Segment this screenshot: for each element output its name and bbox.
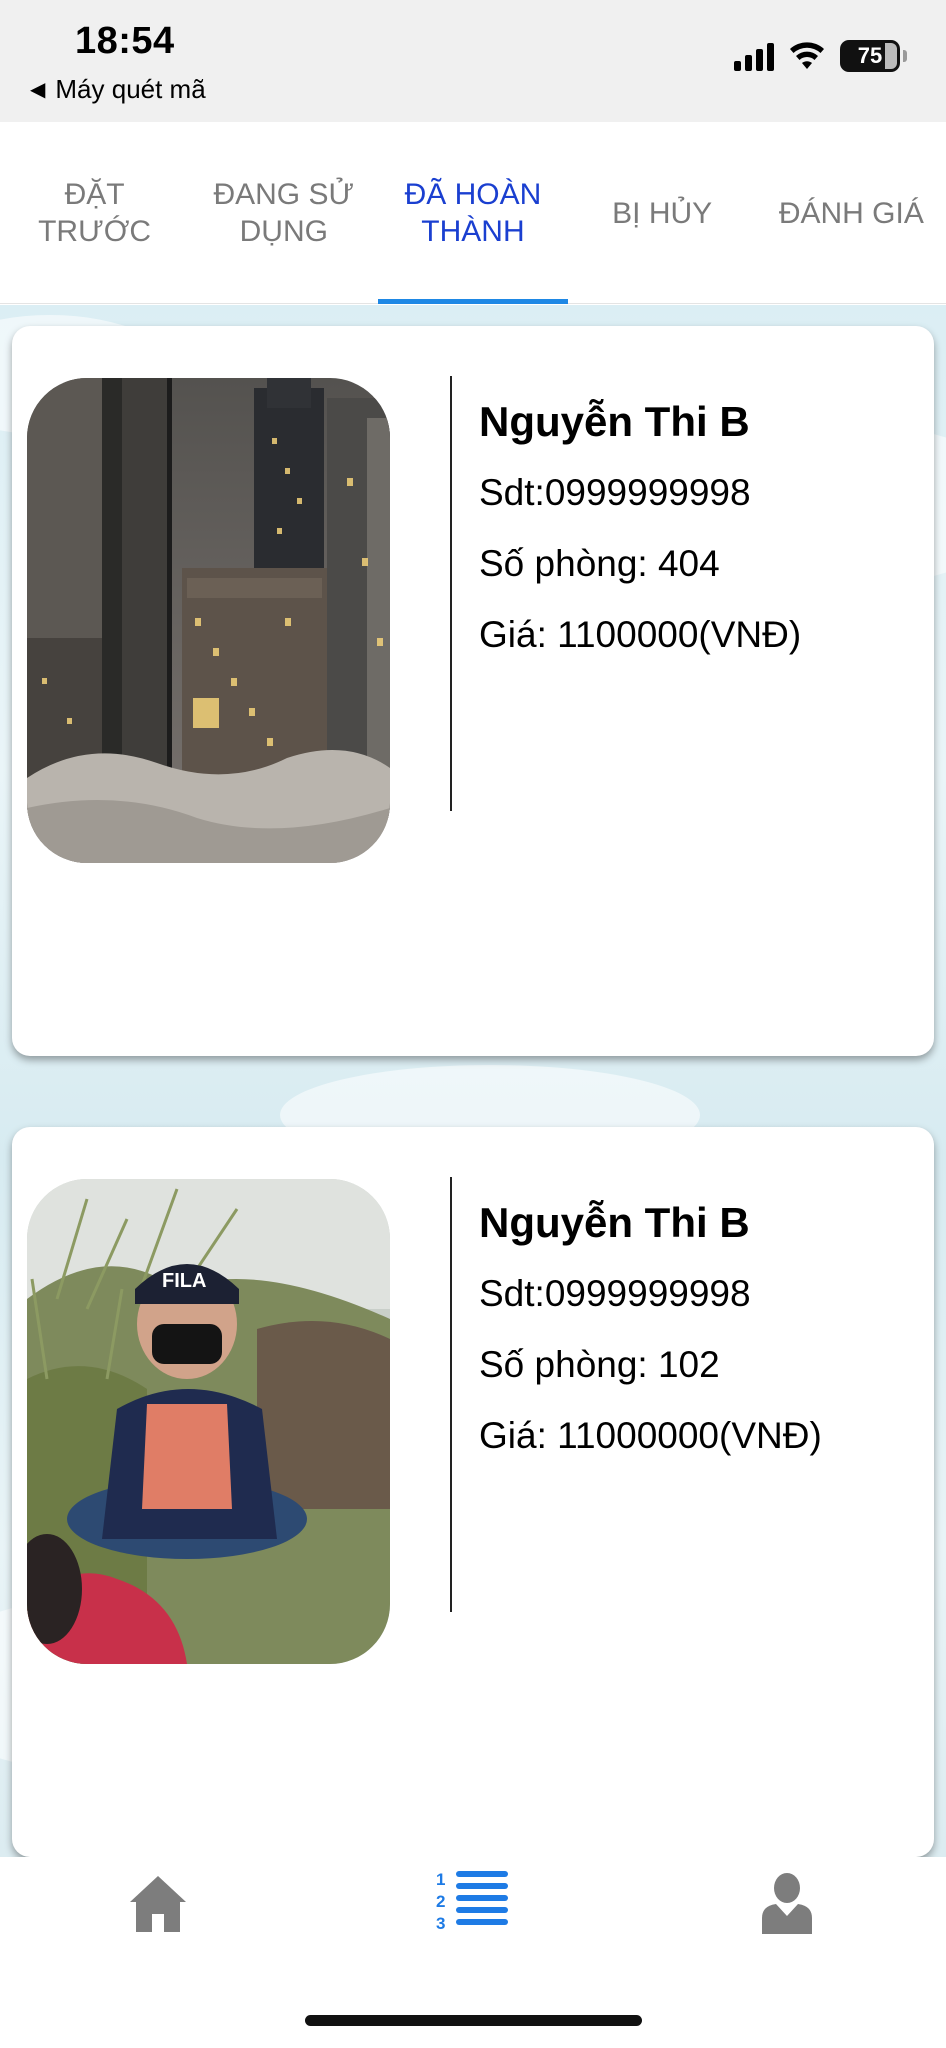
svg-text:3: 3 [436,1914,445,1933]
home-icon [130,1876,186,1932]
tab-danh-gia[interactable]: ĐÁNH GIÁ [757,122,946,304]
nav-home[interactable] [128,1872,188,1939]
booking-status-tabs: ĐẶT TRƯỚC ĐANG SỬ DỤNG ĐÃ HOÀN THÀNH BỊ … [0,122,946,304]
guest-phone: Sdt:0999999998 [479,472,751,513]
booking-card[interactable]: Nguyễn Thi B Sdt:0999999998 Số phòng: 40… [12,326,934,1056]
status-bar: 18:54 ◀ Máy quét mã 75 [0,0,946,122]
back-app-label: Máy quét mã [55,74,206,104]
guest-phone: Sdt:0999999998 [479,1273,751,1314]
room-price: Giá: 1100000(VNĐ) [479,614,802,655]
nav-profile[interactable] [760,1872,814,1939]
nav-bookings[interactable]: 1 2 3 [436,1867,510,1938]
battery-level: 75 [857,43,883,68]
svg-text:1: 1 [436,1870,445,1889]
room-photo [27,378,390,863]
user-icon [762,1873,812,1934]
guest-photo: FILA [27,1179,390,1664]
booking-info: Nguyễn Thi B Sdt:0999999998 Số phòng: 10… [479,1199,822,1486]
tab-dang-su-dung[interactable]: ĐANG SỬ DỤNG [189,122,378,304]
tab-bi-huy[interactable]: BỊ HỦY [568,122,757,304]
home-indicator [305,2015,642,2026]
tab-da-hoan-thanh[interactable]: ĐÃ HOÀN THÀNH [378,122,568,304]
cellular-signal-icon [734,41,774,71]
guest-name: Nguyễn Thi B [479,1199,750,1246]
battery-icon: 75 [840,40,907,72]
booking-info: Nguyễn Thi B Sdt:0999999998 Số phòng: 40… [479,398,801,685]
booking-list[interactable]: Nguyễn Thi B Sdt:0999999998 Số phòng: 40… [0,305,946,1857]
booking-card[interactable]: FILA Nguyễn Thi B Sdt:0999999998 Số phòn… [12,1127,934,1857]
wifi-icon [790,42,824,69]
card-divider [450,376,452,811]
card-divider [450,1177,452,1612]
guest-name: Nguyễn Thi B [479,398,750,445]
back-to-app-link[interactable]: ◀ Máy quét mã [30,74,206,105]
room-number: Số phòng: 404 [479,543,720,584]
back-triangle-icon: ◀ [30,79,46,101]
room-price: Giá: 11000000(VNĐ) [479,1415,822,1456]
numbered-list-icon: 1 2 3 [436,1870,508,1933]
tab-dat-truoc[interactable]: ĐẶT TRƯỚC [0,122,189,304]
svg-text:2: 2 [436,1892,445,1911]
status-time: 18:54 [75,20,175,62]
room-number: Số phòng: 102 [479,1344,720,1385]
system-icons: 75 [734,40,907,72]
svg-text:FILA: FILA [162,1270,206,1292]
